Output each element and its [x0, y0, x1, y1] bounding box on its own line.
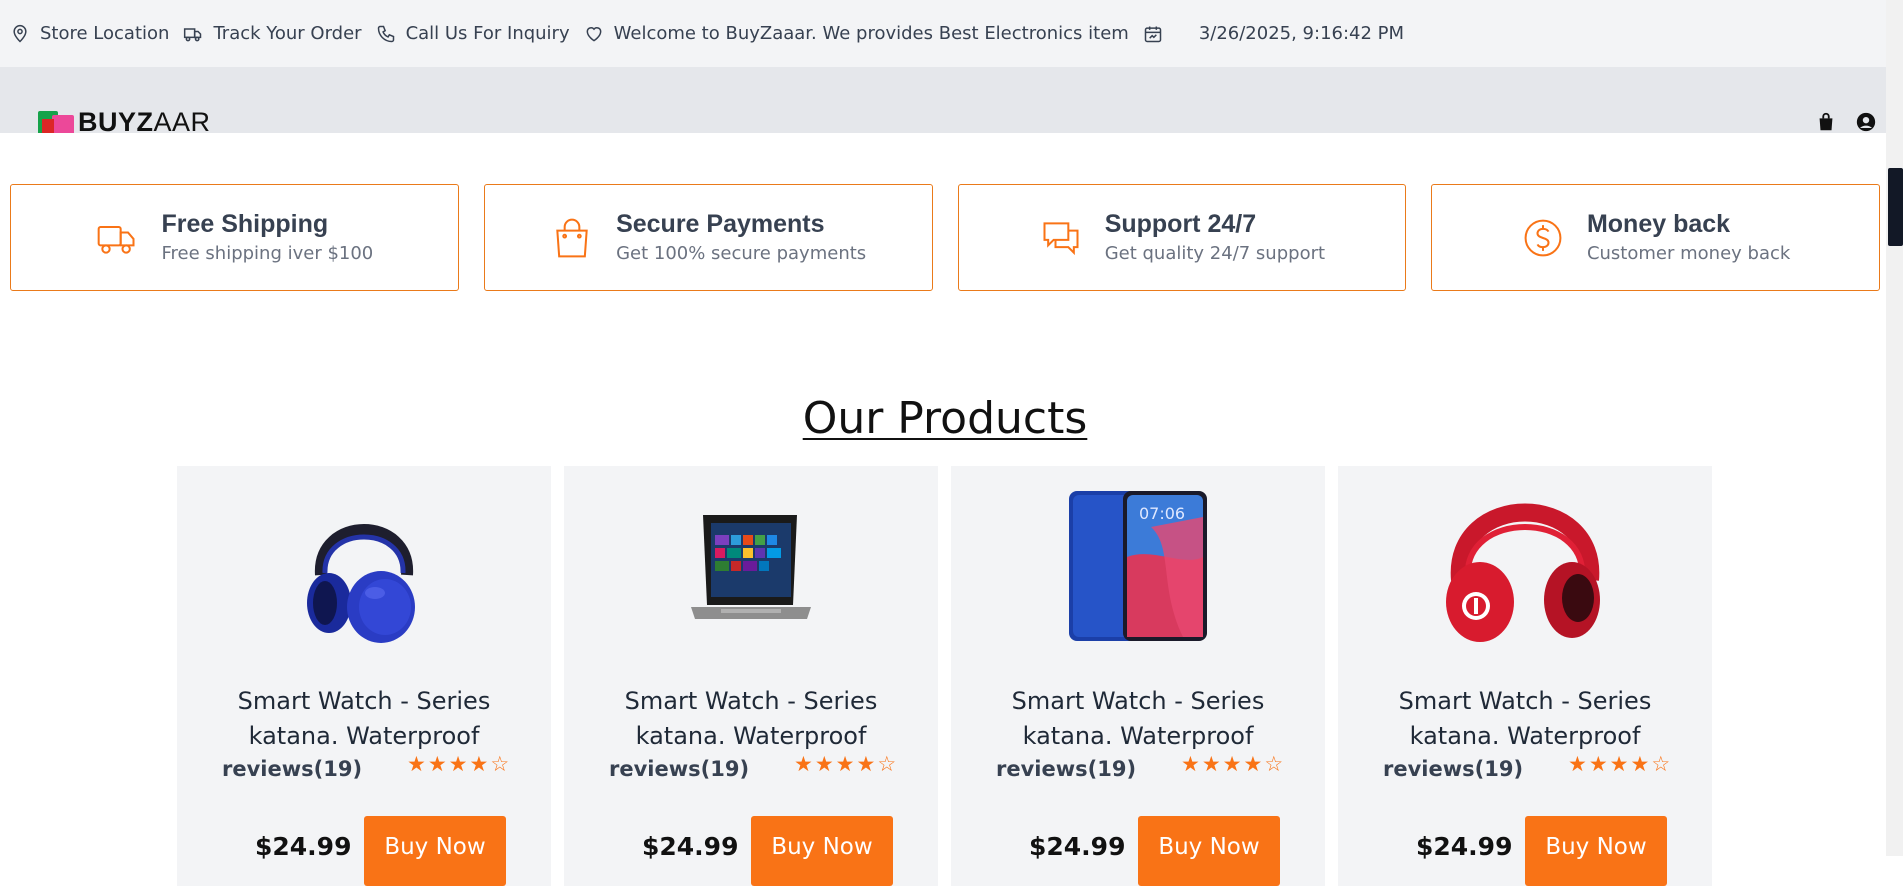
- main-navbar: BUYZAAR: [0, 67, 1903, 133]
- star-filled-icon: ★: [427, 752, 447, 776]
- feature-title: Free Shipping: [161, 209, 329, 238]
- top-info-bar: Store Location Track Your Order Call Us …: [0, 0, 1903, 67]
- buy-now-button[interactable]: Buy Now: [1525, 816, 1667, 886]
- brand-name: BUYZAAR: [78, 107, 211, 133]
- product-card[interactable]: Smart Watch - Series katana. Waterproof …: [1338, 466, 1712, 886]
- star-filled-icon: ★: [407, 752, 426, 776]
- phone-icon: [377, 25, 394, 42]
- feature-secure-payments: Secure Payments Get 100% secure payments: [483, 184, 933, 291]
- product-image-blue-headphones[interactable]: [177, 484, 551, 646]
- buy-now-button[interactable]: Buy Now: [364, 816, 506, 886]
- shopping-bags-logo-icon: [38, 107, 78, 133]
- phone-screen-clock: 07:06: [1139, 504, 1185, 523]
- rating-stars: ★ ★ ★ ★ ☆: [407, 751, 509, 777]
- products-grid: Smart Watch - Series katana. Waterproof …: [177, 466, 1714, 886]
- star-filled-icon: ★: [448, 752, 468, 776]
- nav-icons: [1815, 111, 1877, 133]
- star-filled-icon: ★: [1181, 752, 1200, 776]
- section-title: Our Products: [802, 393, 1088, 444]
- product-price: $24.99: [255, 832, 352, 861]
- star-filled-icon: ★: [835, 752, 855, 776]
- truck-icon: [184, 27, 202, 41]
- star-filled-icon: ★: [469, 752, 489, 776]
- product-price: $24.99: [1029, 832, 1126, 861]
- feature-free-shipping: Free Shipping Free shipping iver $100: [10, 184, 459, 291]
- chat-icon: [1043, 221, 1079, 255]
- track-order-link[interactable]: Track Your Order: [183, 23, 362, 44]
- call-us-label: Call Us For Inquiry: [405, 23, 570, 44]
- feature-subtitle: Get 100% secure payments: [616, 242, 867, 264]
- feature-title: Money back: [1586, 209, 1731, 238]
- star-filled-icon: ★: [794, 752, 813, 776]
- datetime-display: 3/26/2025, 9:16:42 PM: [1143, 23, 1404, 44]
- track-order-label: Track Your Order: [213, 23, 362, 44]
- feature-subtitle: Free shipping iver $100: [161, 242, 374, 264]
- shopping-bag-icon: [556, 218, 588, 257]
- product-name[interactable]: Smart Watch - Series katana. Waterproof: [1338, 684, 1712, 754]
- product-card[interactable]: Smart Watch - Series katana. Waterproof …: [177, 466, 551, 886]
- star-filled-icon: ★: [1222, 752, 1242, 776]
- star-filled-icon: ★: [814, 752, 834, 776]
- product-reviews: reviews(19): [609, 757, 750, 781]
- datetime-text: 3/26/2025, 9:16:42 PM: [1198, 23, 1405, 44]
- store-location-link[interactable]: Store Location: [10, 23, 169, 44]
- product-image-smartphone[interactable]: 07:06: [951, 484, 1325, 646]
- feature-money-back: Money back Customer money back: [1431, 184, 1880, 291]
- welcome-message: Welcome to BuyZaaar. We provides Best El…: [584, 23, 1129, 44]
- star-empty-icon: ☆: [877, 752, 897, 776]
- star-filled-icon: ★: [856, 752, 876, 776]
- star-empty-icon: ☆: [1264, 752, 1284, 776]
- brand-logo[interactable]: BUYZAAR: [38, 107, 211, 133]
- calendar-icon: [1144, 26, 1162, 42]
- star-empty-icon: ☆: [1651, 752, 1671, 776]
- buy-now-button[interactable]: Buy Now: [1138, 816, 1280, 886]
- feature-subtitle: Customer money back: [1586, 242, 1791, 264]
- rating-stars: ★ ★ ★ ★ ☆: [1181, 751, 1283, 777]
- user-account-icon[interactable]: [1855, 111, 1877, 133]
- star-filled-icon: ★: [1588, 752, 1608, 776]
- product-name[interactable]: Smart Watch - Series katana. Waterproof: [177, 684, 551, 754]
- feature-subtitle: Get quality 24/7 support: [1104, 242, 1326, 264]
- buy-now-button[interactable]: Buy Now: [751, 816, 893, 886]
- feature-support: Support 24/7 Get quality 24/7 support: [957, 184, 1407, 291]
- rating-stars: ★ ★ ★ ★ ☆: [1568, 751, 1670, 777]
- star-filled-icon: ★: [1243, 752, 1263, 776]
- star-filled-icon: ★: [1609, 752, 1629, 776]
- star-filled-icon: ★: [1630, 752, 1650, 776]
- call-us-link[interactable]: Call Us For Inquiry: [376, 23, 570, 44]
- star-filled-icon: ★: [1568, 752, 1587, 776]
- product-price: $24.99: [1416, 832, 1513, 861]
- heart-icon: [586, 26, 602, 42]
- shopping-bag-icon[interactable]: [1815, 111, 1837, 133]
- star-filled-icon: ★: [1201, 752, 1221, 776]
- product-image-laptop[interactable]: [564, 484, 938, 646]
- product-reviews: reviews(19): [1383, 757, 1524, 781]
- feature-title: Support 24/7: [1104, 209, 1257, 238]
- product-price: $24.99: [642, 832, 739, 861]
- welcome-text: Welcome to BuyZaaar. We provides Best El…: [613, 23, 1129, 44]
- page-scrollbar-thumb[interactable]: [1888, 168, 1903, 246]
- product-card[interactable]: Smart Watch - Series katana. Waterproof …: [564, 466, 938, 886]
- product-card[interactable]: 07:06 Smart Watch - Series katana. Water…: [951, 466, 1325, 886]
- product-reviews: reviews(19): [996, 757, 1137, 781]
- features-row: Free Shipping Free shipping iver $100 Se…: [10, 184, 1880, 291]
- star-empty-icon: ☆: [490, 752, 510, 776]
- feature-title: Secure Payments: [616, 209, 825, 238]
- product-name[interactable]: Smart Watch - Series katana. Waterproof: [951, 684, 1325, 754]
- store-location-label: Store Location: [40, 23, 170, 44]
- product-name[interactable]: Smart Watch - Series katana. Waterproof: [564, 684, 938, 754]
- product-image-red-headphones[interactable]: [1338, 484, 1712, 646]
- product-reviews: reviews(19): [222, 757, 363, 781]
- map-pin-icon: [13, 24, 27, 43]
- rating-stars: ★ ★ ★ ★ ☆: [794, 751, 896, 777]
- truck-icon: [98, 225, 135, 254]
- dollar-coin-icon: [1524, 219, 1562, 256]
